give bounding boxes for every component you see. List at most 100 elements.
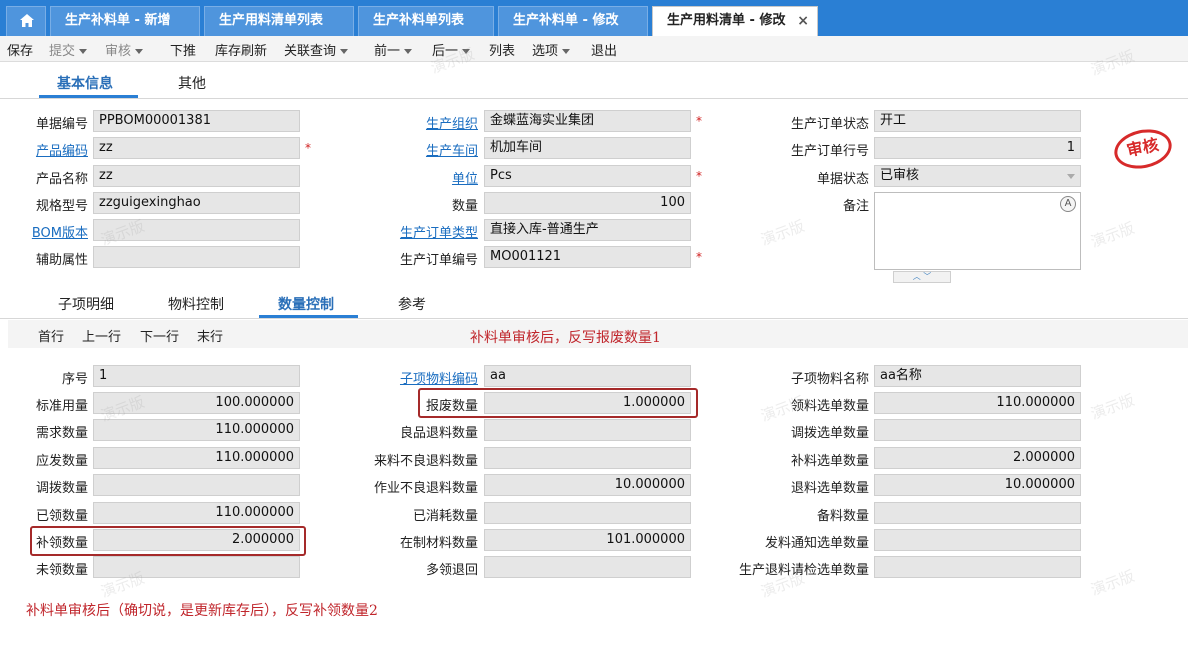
list-button[interactable]: 列表 bbox=[489, 40, 515, 59]
tab-bom-list[interactable]: 生产用料清单列表 bbox=[204, 6, 354, 36]
prep-qty-field[interactable] bbox=[874, 502, 1081, 524]
sub-code-label[interactable]: 子项物料编码 bbox=[360, 368, 478, 387]
work-bad-field[interactable]: 10.000000 bbox=[484, 474, 691, 496]
product-name-field[interactable]: zz bbox=[93, 165, 300, 187]
notice-sel-field[interactable] bbox=[874, 529, 1081, 551]
font-icon[interactable]: A bbox=[1060, 196, 1076, 212]
doc-status-label: 单据状态 bbox=[816, 172, 869, 187]
prev-row-button[interactable]: 上一行 bbox=[82, 326, 121, 345]
transfer-sel-label: 调拨选单数量 bbox=[790, 426, 869, 441]
remark-textarea[interactable]: A bbox=[874, 192, 1081, 270]
tab-feed-add[interactable]: 生产补料单 - 新增 bbox=[50, 6, 200, 36]
last-row-button[interactable]: 末行 bbox=[197, 326, 223, 345]
tab-reference[interactable]: 参考 bbox=[398, 294, 426, 314]
sub-name-label: 子项物料名称 bbox=[790, 372, 869, 387]
notice-sel-label: 发料通知选单数量 bbox=[764, 536, 869, 551]
product-code-field[interactable]: zz bbox=[93, 137, 300, 159]
over-return-field[interactable] bbox=[484, 556, 691, 578]
required-mark: * bbox=[696, 169, 702, 183]
chevron-down-icon bbox=[404, 49, 413, 54]
required-mark: * bbox=[696, 114, 702, 128]
watermark: 演示版 bbox=[1088, 218, 1137, 252]
tab-bom-edit[interactable]: 生产用料清单 - 修改 × bbox=[652, 6, 818, 36]
required-mark: * bbox=[696, 250, 702, 264]
prev-button[interactable]: 前一 bbox=[374, 40, 413, 59]
sub-code-field[interactable]: aa bbox=[484, 365, 691, 387]
picked-qty-label: 已领数量 bbox=[35, 509, 88, 524]
resize-handle[interactable]: ︿ ﹀ bbox=[893, 271, 951, 283]
aux-attr-label: 辅助属性 bbox=[35, 253, 88, 268]
remark-label: 备注 bbox=[842, 199, 869, 214]
bill-no-field[interactable]: PPBOM00001381 bbox=[93, 110, 300, 132]
watermark: 演示版 bbox=[1088, 566, 1137, 600]
toolbar: 保存 提交 审核 下推 库存刷新 关联查询 前一 后一 列表 选项 退出 bbox=[0, 36, 1188, 62]
due-qty-field[interactable]: 110.000000 bbox=[93, 447, 300, 469]
highlight-scrap bbox=[418, 388, 698, 418]
product-code-label[interactable]: 产品编码 bbox=[10, 140, 88, 159]
tab-sub-items[interactable]: 子项明细 bbox=[58, 294, 114, 314]
tab-material-control[interactable]: 物料控制 bbox=[168, 294, 224, 314]
need-qty-field[interactable]: 110.000000 bbox=[93, 419, 300, 441]
mo-type-field[interactable]: 直接入库-普通生产 bbox=[484, 219, 691, 241]
mo-line-field[interactable]: 1 bbox=[874, 137, 1081, 159]
seq-field[interactable]: 1 bbox=[93, 365, 300, 387]
qty-label: 数量 bbox=[451, 199, 478, 214]
consumed-field[interactable] bbox=[484, 502, 691, 524]
chevron-down-icon bbox=[1067, 174, 1075, 179]
return-sel-field[interactable]: 10.000000 bbox=[874, 474, 1081, 496]
wip-label: 在制材料数量 bbox=[399, 536, 478, 551]
close-icon[interactable]: × bbox=[797, 7, 809, 35]
transfer-sel-field[interactable] bbox=[874, 419, 1081, 441]
first-row-button[interactable]: 首行 bbox=[38, 326, 64, 345]
tab-feed-list[interactable]: 生产补料单列表 bbox=[358, 6, 494, 36]
doc-status-select[interactable]: 已审核 bbox=[874, 165, 1081, 187]
push-down-button[interactable]: 下推 bbox=[170, 40, 196, 59]
unit-label[interactable]: 单位 bbox=[360, 168, 478, 187]
highlight-repick bbox=[30, 526, 306, 556]
tab-other[interactable]: 其他 bbox=[178, 73, 206, 93]
unit-field[interactable]: Pcs bbox=[484, 165, 691, 187]
incoming-bad-field[interactable] bbox=[484, 447, 691, 469]
audit-stamp: 审核 bbox=[1110, 124, 1176, 174]
workshop-field[interactable]: 机加车间 bbox=[484, 137, 691, 159]
refresh-stock-button[interactable]: 库存刷新 bbox=[215, 40, 267, 59]
tab-basic-info[interactable]: 基本信息 bbox=[57, 73, 113, 93]
save-button[interactable]: 保存 bbox=[7, 40, 33, 59]
transfer-qty-field[interactable] bbox=[93, 474, 300, 496]
bom-version-label[interactable]: BOM版本 bbox=[10, 222, 88, 241]
mo-status-field[interactable]: 开工 bbox=[874, 110, 1081, 132]
tab-qty-control[interactable]: 数量控制 bbox=[278, 294, 334, 314]
seq-label: 序号 bbox=[61, 372, 88, 387]
pick-sel-field[interactable]: 110.000000 bbox=[874, 392, 1081, 414]
org-label[interactable]: 生产组织 bbox=[360, 113, 478, 132]
spec-field[interactable]: zzguigexinghao bbox=[93, 192, 300, 214]
aux-attr-field[interactable] bbox=[93, 246, 300, 268]
related-query-button[interactable]: 关联查询 bbox=[284, 40, 349, 59]
workshop-label[interactable]: 生产车间 bbox=[360, 140, 478, 159]
wip-field[interactable]: 101.000000 bbox=[484, 529, 691, 551]
org-field[interactable]: 金蝶蓝海实业集团 bbox=[484, 110, 691, 132]
tab-bar: 生产补料单 - 新增 生产用料清单列表 生产补料单列表 生产补料单 - 修改 生… bbox=[0, 0, 1188, 36]
home-tab[interactable] bbox=[6, 6, 46, 36]
qty-field[interactable]: 100 bbox=[484, 192, 691, 214]
mo-status-label: 生产订单状态 bbox=[790, 117, 869, 132]
need-qty-label: 需求数量 bbox=[35, 426, 88, 441]
incoming-bad-label: 来料不良退料数量 bbox=[373, 454, 478, 469]
audit-button[interactable]: 审核 bbox=[105, 40, 144, 59]
good-return-field[interactable] bbox=[484, 419, 691, 441]
tab-feed-edit[interactable]: 生产补料单 - 修改 bbox=[498, 6, 648, 36]
exit-button[interactable]: 退出 bbox=[591, 40, 617, 59]
next-row-button[interactable]: 下一行 bbox=[140, 326, 179, 345]
picked-qty-field[interactable]: 110.000000 bbox=[93, 502, 300, 524]
submit-button[interactable]: 提交 bbox=[49, 40, 88, 59]
good-return-label: 良品退料数量 bbox=[399, 426, 478, 441]
bill-no-label: 单据编号 bbox=[35, 117, 88, 132]
feed-sel-field[interactable]: 2.000000 bbox=[874, 447, 1081, 469]
options-button[interactable]: 选项 bbox=[532, 40, 571, 59]
mo-type-label[interactable]: 生产订单类型 bbox=[360, 222, 478, 241]
sub-name-field[interactable]: aa名称 bbox=[874, 365, 1081, 387]
chevron-down-icon bbox=[562, 49, 571, 54]
mo-no-label: 生产订单编号 bbox=[399, 253, 478, 268]
inspect-sel-field[interactable] bbox=[874, 556, 1081, 578]
mo-no-field[interactable]: MO001121 bbox=[484, 246, 691, 268]
